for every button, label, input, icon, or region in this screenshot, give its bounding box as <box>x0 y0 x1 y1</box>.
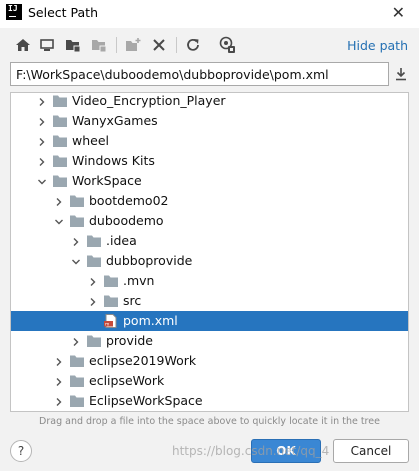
chevron-right-icon[interactable] <box>37 136 47 146</box>
chevron-right-icon[interactable] <box>54 396 64 406</box>
tree-item-label: eclipse2019Work <box>89 353 197 368</box>
tree-folder-row[interactable]: eclipseWork <box>11 371 408 391</box>
chevron-down-icon[interactable] <box>71 256 81 266</box>
project-folder-icon[interactable] <box>64 36 82 54</box>
chevron-right-icon[interactable] <box>88 276 98 286</box>
tree-folder-row[interactable]: dubboprovide <box>11 251 408 271</box>
folder-icon <box>69 374 85 388</box>
show-hidden-icon[interactable] <box>218 36 236 54</box>
toolbar-separator <box>176 37 177 53</box>
tree-folder-row[interactable]: wheel <box>11 131 408 151</box>
hide-path-link[interactable]: Hide path <box>347 38 408 53</box>
chevron-right-icon[interactable] <box>88 296 98 306</box>
module-folder-icon[interactable] <box>90 36 108 54</box>
window-title: Select Path <box>28 5 98 20</box>
folder-icon <box>86 254 102 268</box>
ok-button[interactable]: OK <box>251 439 321 463</box>
tree-item-label: duboodemo <box>89 213 164 228</box>
tree-item-label: Video_Encryption_Player <box>72 93 226 108</box>
folder-icon <box>52 114 68 128</box>
chevron-right-icon[interactable] <box>37 156 47 166</box>
tree-item-label: dubboprovide <box>106 253 193 268</box>
refresh-icon[interactable] <box>184 36 202 54</box>
tree-folder-row[interactable]: eclipse2019Work <box>11 351 408 371</box>
chevron-right-icon[interactable] <box>37 96 47 106</box>
tree-item-label: WanyxGames <box>72 113 158 128</box>
folder-icon <box>52 134 68 148</box>
tree-folder-row[interactable]: .mvn <box>11 271 408 291</box>
tree-folder-row[interactable]: Windows Kits <box>11 151 408 171</box>
tree-item-label: EclipseWorkSpace <box>89 393 203 408</box>
chevron-right-icon[interactable] <box>54 196 64 206</box>
tree-folder-row[interactable]: Video_Encryption_Player <box>11 93 408 111</box>
folder-icon <box>103 294 119 308</box>
chevron-down-icon[interactable] <box>37 176 47 186</box>
tree-folder-row[interactable]: bootdemo02 <box>11 191 408 211</box>
help-button[interactable]: ? <box>10 440 32 462</box>
tree-folder-row[interactable]: src <box>11 291 408 311</box>
tree-folder-row[interactable]: EclipseWorkSpace <box>11 391 408 411</box>
folder-icon <box>52 174 68 188</box>
chevron-right-icon[interactable] <box>37 116 47 126</box>
home-icon[interactable] <box>14 36 32 54</box>
close-icon[interactable]: ✕ <box>392 3 405 22</box>
new-folder-icon[interactable] <box>124 36 142 54</box>
tree-item-label: provide <box>106 333 153 348</box>
chevron-right-icon[interactable] <box>54 356 64 366</box>
tree-item-label: .idea <box>106 233 137 248</box>
folder-icon <box>69 194 85 208</box>
tree-item-label: pom.xml <box>123 313 178 328</box>
delete-icon[interactable] <box>150 36 168 54</box>
chevron-right-icon[interactable] <box>54 376 64 386</box>
tree-file-row[interactable]: m pom.xml <box>11 311 408 331</box>
folder-icon <box>52 94 68 108</box>
path-field-container <box>10 62 389 86</box>
tree-item-label: bootdemo02 <box>89 193 169 208</box>
drag-drop-hint: Drag and drop a file into the space abov… <box>39 416 380 427</box>
tree-item-label: .mvn <box>123 273 155 288</box>
tree-item-label: wheel <box>72 133 109 148</box>
folder-icon <box>69 214 85 228</box>
cancel-button[interactable]: Cancel <box>333 439 409 463</box>
tree-item-label: eclipseWork <box>89 373 165 388</box>
toolbar: Hide path <box>0 28 419 62</box>
chevron-right-icon[interactable] <box>71 336 81 346</box>
folder-icon <box>52 154 68 168</box>
intellij-app-icon: IJ <box>6 4 22 20</box>
folder-icon <box>69 394 85 408</box>
tree-folder-row[interactable]: WorkSpace <box>11 171 408 191</box>
tree-folder-row[interactable]: provide <box>11 331 408 351</box>
download-icon[interactable] <box>393 66 409 82</box>
folder-icon <box>69 354 85 368</box>
folder-icon <box>86 234 102 248</box>
title-bar: IJ Select Path ✕ <box>0 0 419 28</box>
maven-file-icon: m <box>103 314 119 328</box>
tree-item-label: Windows Kits <box>72 153 155 168</box>
tree-folder-row[interactable]: WanyxGames <box>11 111 408 131</box>
path-input[interactable] <box>11 63 388 85</box>
svg-text:m: m <box>105 323 109 328</box>
file-tree[interactable]: Video_Encryption_Player WanyxGames wheel Wi… <box>10 92 409 412</box>
tree-item-label: WorkSpace <box>72 173 142 188</box>
tree-folder-row[interactable]: .idea <box>11 231 408 251</box>
toolbar-separator <box>116 37 117 53</box>
chevron-down-icon[interactable] <box>54 216 64 226</box>
desktop-icon[interactable] <box>38 36 56 54</box>
folder-icon <box>103 274 119 288</box>
chevron-right-icon[interactable] <box>71 236 81 246</box>
tree-folder-row[interactable]: duboodemo <box>11 211 408 231</box>
tree-item-label: src <box>123 293 142 308</box>
folder-icon <box>86 334 102 348</box>
